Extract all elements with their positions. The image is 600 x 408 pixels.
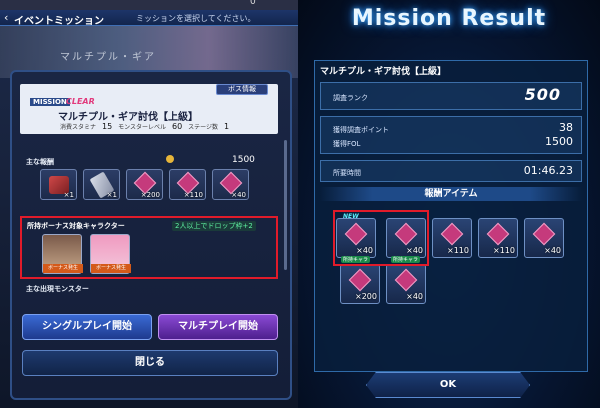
drop-bonus-badge: 2人以上でドロップ枠+2	[172, 221, 256, 231]
reward-qty: ×200	[140, 191, 160, 199]
reward-qty: ×1	[106, 191, 117, 199]
reward-item[interactable]: ×40	[212, 169, 249, 200]
result-item[interactable]: ×200	[340, 264, 380, 304]
time-stat: 所要時間 01:46.23	[320, 160, 582, 182]
crystal-icon	[348, 268, 372, 292]
close-button[interactable]: 閉じる	[22, 350, 278, 376]
monster-level-label: モンスターレベル	[118, 124, 167, 131]
bonus-character-avatar[interactable]: ボーナス発生	[42, 234, 83, 274]
back-icon[interactable]: ‹	[4, 11, 8, 24]
status-number: 0	[250, 0, 256, 7]
mission-label: MISSION	[30, 98, 70, 106]
fol-value: 1500	[545, 135, 573, 148]
reward-qty: ×40	[231, 191, 246, 199]
screen: 0 ‹ イベントミッション ミッションを選択してください。 マルチプル・ギア M…	[0, 0, 600, 408]
page-subtitle: ミッションを選択してください。	[136, 14, 256, 23]
coin-icon	[166, 155, 174, 163]
item-qty: ×110	[447, 246, 469, 255]
stages-label: ステージ数	[188, 124, 219, 131]
bonus-tag: ボーナス発生	[43, 264, 83, 273]
single-play-button[interactable]: シングルプレイ開始	[22, 314, 152, 340]
item-qty: ×40	[406, 292, 423, 301]
time-label: 所要時間	[333, 169, 361, 177]
stamina-value: 15	[102, 122, 113, 131]
reward-list: ×1 ×1 ×200 ×110 ×40	[40, 169, 249, 200]
crystal-icon	[440, 222, 464, 246]
reward-item[interactable]: ×110	[169, 169, 206, 200]
page-title: イベントミッション	[14, 16, 104, 27]
stages-value: 1	[224, 122, 230, 131]
reward-item[interactable]: ×1	[83, 169, 120, 200]
main-reward-amount: 1500	[232, 155, 255, 165]
header-bar: ‹ イベントミッション ミッションを選択してください。	[0, 10, 298, 27]
result-item[interactable]: ×110	[432, 218, 472, 258]
bonus-character-box: 所持ボーナス対象キャラクター 2人以上でドロップ枠+2 ボーナス発生 ボーナス発…	[20, 216, 278, 279]
result-title: Mission Result	[351, 6, 547, 31]
rank-value: 500	[524, 85, 561, 104]
bonus-title: 所持ボーナス対象キャラクター	[27, 222, 125, 230]
boss-info-button[interactable]: ボス情報	[216, 84, 268, 95]
result-item[interactable]: ×110	[478, 218, 518, 258]
rank-label: 調査ランク	[333, 94, 368, 102]
mission-header: MISSION CLEAR ボス情報 マルチプル・ギア討伐【上級】 消費スタミナ…	[20, 84, 278, 134]
item-qty: ×110	[493, 246, 515, 255]
mission-stats: 消費スタミナ 15 モンスターレベル 60 ステージ数 1	[60, 122, 233, 131]
fol-label: 獲得FOL	[333, 140, 361, 148]
reward-items-title: 報酬アイテム	[320, 187, 582, 201]
scrollbar[interactable]	[284, 140, 287, 270]
result-item[interactable]: ×40	[524, 218, 564, 258]
time-value: 01:46.23	[523, 164, 573, 177]
multi-play-button[interactable]: マルチプレイ開始	[158, 314, 278, 340]
reward-item[interactable]: ×1	[40, 169, 77, 200]
status-bar: 0	[0, 0, 298, 10]
main-reward-label: 主な報酬	[26, 158, 54, 166]
reward-item[interactable]: ×200	[126, 169, 163, 200]
points-label: 獲得調査ポイント	[333, 126, 389, 134]
bonus-tag: ボーナス発生	[91, 264, 131, 273]
reward-qty: ×1	[63, 191, 74, 199]
item-qty: ×200	[355, 292, 377, 301]
mission-name: マルチプル・ギア討伐【上級】	[58, 112, 198, 123]
banner-text: マルチプル・ギア	[60, 52, 156, 63]
clear-badge: CLEAR	[66, 97, 95, 106]
monster-level-value: 60	[172, 122, 183, 131]
highlight-box	[333, 210, 429, 266]
reward-qty: ×110	[183, 191, 203, 199]
crystal-icon	[394, 268, 418, 292]
crystal-icon	[486, 222, 510, 246]
points-stat: 獲得調査ポイント 38 獲得FOL 1500	[320, 116, 582, 154]
points-value: 38	[559, 121, 573, 134]
rank-stat: 調査ランク 500	[320, 82, 582, 110]
bonus-character-avatar[interactable]: ボーナス発生	[90, 234, 131, 274]
stamina-label: 消費スタミナ	[60, 124, 97, 131]
crystal-icon	[532, 222, 556, 246]
event-mission-screen: 0 ‹ イベントミッション ミッションを選択してください。 マルチプル・ギア M…	[0, 0, 298, 408]
result-item[interactable]: ×40	[386, 264, 426, 304]
monster-label: 主な出現モンスター	[26, 285, 89, 293]
item-qty: ×40	[544, 246, 561, 255]
mission-result-screen: Mission Result マルチプル・ギア討伐【上級】 調査ランク 500 …	[298, 0, 600, 408]
result-mission-name: マルチプル・ギア討伐【上級】	[320, 67, 447, 77]
ok-button[interactable]: OK	[366, 372, 530, 398]
